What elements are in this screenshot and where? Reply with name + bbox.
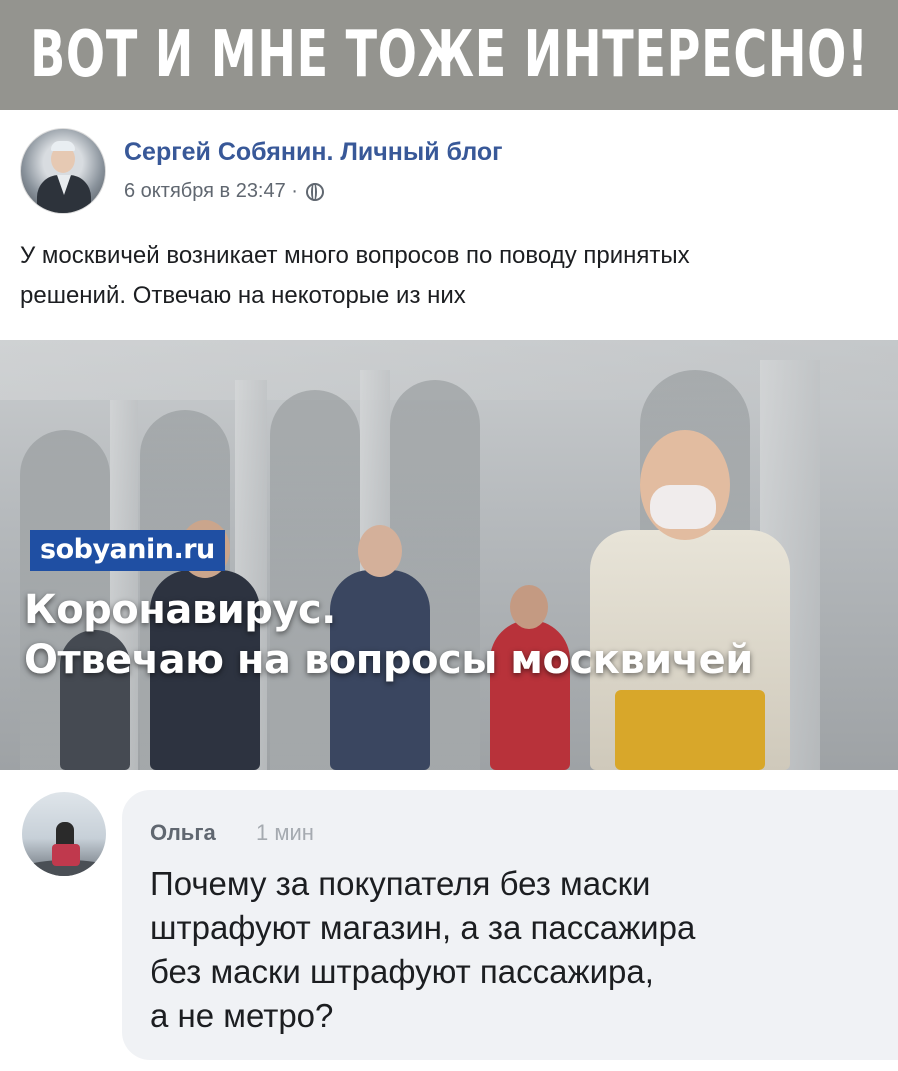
comment-line: Почему за покупателя без маски (150, 865, 651, 902)
commenter-avatar[interactable] (22, 792, 106, 876)
post-meta: 6 октября в 23:47 · (124, 180, 324, 203)
comment: Ольга 1 мин Почему за покупателя без мас… (0, 770, 898, 1071)
post-image[interactable]: sobyanin.ru Коронавирус. Отвечаю на вопр… (0, 340, 898, 770)
comment-bubble: Ольга 1 мин Почему за покупателя без мас… (122, 790, 898, 1060)
comment-line: штрафуют магазин, а за пассажира (150, 909, 696, 946)
post-text-line: решений. Отвечаю на некоторые из них (20, 282, 466, 309)
comment-text: Почему за покупателя без маски штрафуют … (150, 862, 870, 1038)
comment-line: а не метро? (150, 997, 334, 1034)
globe-icon (305, 182, 324, 201)
headline-line: Отвечаю на вопросы москвичей (24, 637, 753, 683)
author-name-link[interactable]: Сергей Собянин. Личный блог (124, 138, 503, 167)
author-avatar[interactable] (20, 128, 106, 214)
commenter-name-link[interactable]: Ольга (150, 820, 216, 846)
post-text-line: У москвичей возникает много вопросов по … (20, 242, 690, 269)
comment-time[interactable]: 1 мин (256, 820, 314, 846)
post-text: У москвичей возникает много вопросов по … (20, 236, 880, 316)
site-tag: sobyanin.ru (30, 530, 225, 571)
headline-line: Коронавирус. (24, 587, 336, 633)
image-headline: Коронавирус. Отвечаю на вопросы москвиче… (24, 585, 753, 685)
banner-title: ВОТ И МНЕ ТОЖЕ ИНТЕРЕСНО! (29, 18, 869, 92)
facebook-post: Сергей Собянин. Личный блог 6 октября в … (0, 110, 898, 340)
post-date[interactable]: 6 октября в 23:47 · (124, 180, 298, 203)
comment-line: без маски штрафуют пассажира, (150, 953, 654, 990)
meme-banner: ВОТ И МНЕ ТОЖЕ ИНТЕРЕСНО! (0, 0, 898, 110)
